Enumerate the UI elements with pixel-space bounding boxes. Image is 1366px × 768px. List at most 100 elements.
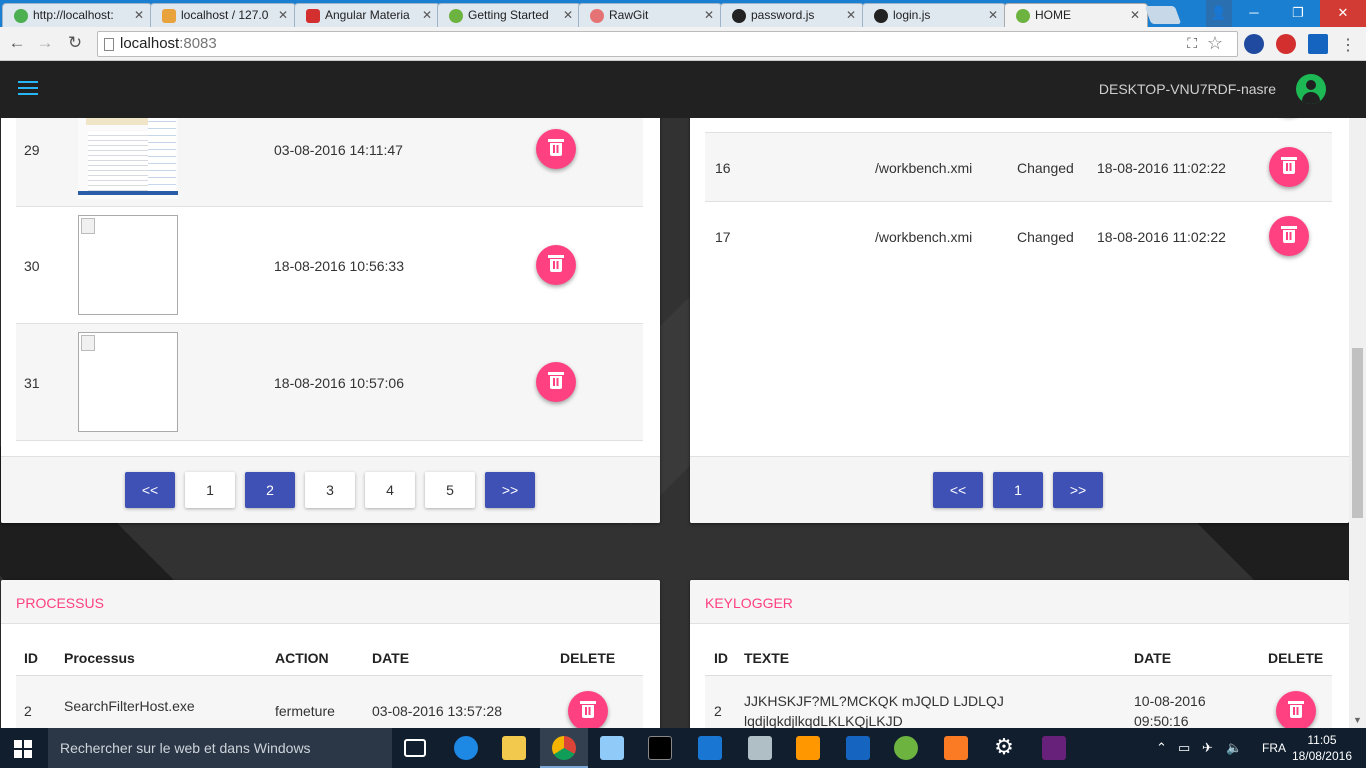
pagination-page-1[interactable]: 1 [185, 472, 235, 508]
app-icon[interactable] [748, 736, 772, 760]
row-action: Changed [1017, 160, 1074, 176]
forward-icon[interactable]: → [34, 33, 56, 53]
row-id: 2 [714, 703, 722, 719]
browser-tab-1[interactable]: http://localhost: ✕ [2, 3, 152, 27]
delete-button[interactable] [1269, 216, 1309, 256]
browser-tab-5[interactable]: RawGit ✕ [578, 3, 722, 27]
spring-tool-suite-icon[interactable] [894, 736, 918, 760]
browser-tab-3[interactable]: Angular Materia ✕ [294, 3, 440, 27]
row-date: 03-08-2016 13:57:28 [372, 703, 502, 719]
row-action: fermeture [275, 703, 335, 719]
row-id: 2 [24, 703, 32, 719]
close-window-button[interactable]: ✕ [1320, 0, 1366, 27]
close-icon[interactable]: ✕ [134, 8, 144, 22]
browser-tab-2[interactable]: localhost / 127.0 ✕ [150, 3, 296, 27]
broken-image-thumbnail[interactable] [78, 215, 178, 315]
trash-icon [580, 701, 596, 704]
pagination-page-5[interactable]: 5 [425, 472, 475, 508]
row-date: 03-08-2016 14:11:47 [274, 142, 403, 158]
taskbar-search-box[interactable]: Rechercher sur le web et dans Windows [48, 728, 392, 768]
delete-button[interactable] [536, 245, 576, 285]
screenshot-thumbnail[interactable] [78, 115, 178, 199]
back-icon[interactable]: ← [6, 33, 28, 53]
edge-icon[interactable] [454, 736, 478, 760]
adblock-icon[interactable] [1276, 34, 1296, 54]
close-icon[interactable]: ✕ [422, 8, 432, 22]
volume-icon[interactable]: 🔈 [1226, 740, 1242, 756]
windows-start-icon[interactable] [14, 740, 32, 758]
browser-tab-8-active[interactable]: HOME ✕ [1004, 3, 1148, 27]
bookmark-star-icon[interactable]: ☆ [1207, 33, 1223, 54]
pagination-next-button[interactable]: >> [485, 472, 535, 508]
pagination-bar: << 1 >> [690, 456, 1349, 523]
delete-button[interactable] [568, 691, 608, 728]
pagination-page-1-current[interactable]: 1 [993, 472, 1043, 508]
pagination-page-4[interactable]: 4 [365, 472, 415, 508]
visual-studio-icon[interactable] [1042, 736, 1066, 760]
page-icon [104, 38, 114, 51]
app-icon[interactable] [698, 736, 722, 760]
row-id: 30 [24, 258, 40, 274]
pagination-bar: << 1 2 3 4 5 >> [1, 456, 660, 523]
new-tab-button[interactable] [1144, 6, 1182, 24]
profile-icon[interactable]: 👤 [1206, 0, 1232, 27]
tab-title: http://localhost: [33, 8, 114, 22]
delete-button[interactable] [536, 129, 576, 169]
language-indicator[interactable]: FRA [1262, 741, 1286, 755]
chrome-icon[interactable] [552, 736, 576, 760]
scrollbar-thumb[interactable] [1352, 348, 1363, 518]
system-clock[interactable]: 11:05 18/08/2016 [1292, 732, 1352, 764]
hamburger-menu-icon[interactable] [18, 81, 38, 97]
hostname-label: DESKTOP-VNU7RDF-nasre [1098, 81, 1276, 97]
delete-button[interactable] [1269, 147, 1309, 187]
browser-tab-strip: http://localhost: ✕ localhost / 127.0 ✕ An… [0, 0, 1366, 27]
menu-icon[interactable]: ⋮ [1340, 35, 1356, 55]
file-explorer-icon[interactable] [502, 736, 526, 760]
linkedin-icon[interactable] [1308, 34, 1328, 54]
clock-date: 18/08/2016 [1291, 749, 1352, 763]
close-icon[interactable]: ✕ [846, 8, 856, 22]
tab-title: RawGit [609, 8, 649, 22]
pagination-page-3[interactable]: 3 [305, 472, 355, 508]
tab-title: password.js [751, 8, 815, 22]
reload-icon[interactable]: ↻ [64, 33, 86, 53]
close-icon[interactable]: ✕ [704, 8, 714, 22]
battery-icon[interactable]: ▭ [1178, 740, 1190, 756]
close-icon[interactable]: ✕ [278, 8, 288, 22]
delete-button[interactable] [536, 362, 576, 402]
pagination-prev-button[interactable]: << [125, 472, 175, 508]
xampp-icon[interactable] [944, 736, 968, 760]
terminal-icon[interactable] [648, 736, 672, 760]
user-avatar-icon[interactable] [1296, 74, 1326, 104]
delete-button[interactable] [1276, 691, 1316, 728]
table-row: 17 /workbench.xmi Changed 18-08-2016 11:… [705, 202, 1332, 271]
pagination-prev-button[interactable]: << [933, 472, 983, 508]
browser-tab-7[interactable]: login.js ✕ [862, 3, 1006, 27]
address-bar[interactable]: localhost:8083 ⛶ ☆ [97, 31, 1238, 57]
app-icon[interactable] [846, 736, 870, 760]
row-date-line2: 09:50:16 [1134, 713, 1189, 728]
row-id: 17 [715, 229, 731, 245]
sublime-text-icon[interactable] [796, 736, 820, 760]
browser-tab-4[interactable]: Getting Started ✕ [437, 3, 581, 27]
close-icon[interactable]: ✕ [563, 8, 573, 22]
translate-icon[interactable]: ⛶ [1187, 35, 1197, 52]
notepad-icon[interactable] [600, 736, 624, 760]
maximize-button[interactable]: ❐ [1276, 0, 1320, 27]
table-row: 31 18-08-2016 10:57:06 [16, 324, 643, 441]
task-view-icon[interactable] [404, 739, 426, 757]
table-row: 2 JJKHSKJF?ML?MCKQK mJQLD LJDLQJ lqdjlqk… [705, 676, 1332, 728]
extension-icon[interactable] [1244, 34, 1264, 54]
browser-tab-6[interactable]: password.js ✕ [720, 3, 864, 27]
network-icon[interactable]: ✈ [1202, 740, 1213, 756]
close-icon[interactable]: ✕ [988, 8, 998, 22]
broken-image-thumbnail[interactable] [78, 332, 178, 432]
close-icon[interactable]: ✕ [1130, 8, 1140, 22]
scroll-down-icon[interactable]: ▼ [1353, 715, 1362, 725]
settings-gear-icon[interactable]: ⚙ [992, 736, 1016, 760]
pagination-next-button[interactable]: >> [1053, 472, 1103, 508]
pagination-page-2-current[interactable]: 2 [245, 472, 295, 508]
page-scrollbar[interactable]: ▲ ▼ [1349, 61, 1366, 728]
minimize-button[interactable]: ─ [1232, 0, 1276, 27]
tray-chevron-icon[interactable]: ⌃ [1156, 740, 1167, 756]
